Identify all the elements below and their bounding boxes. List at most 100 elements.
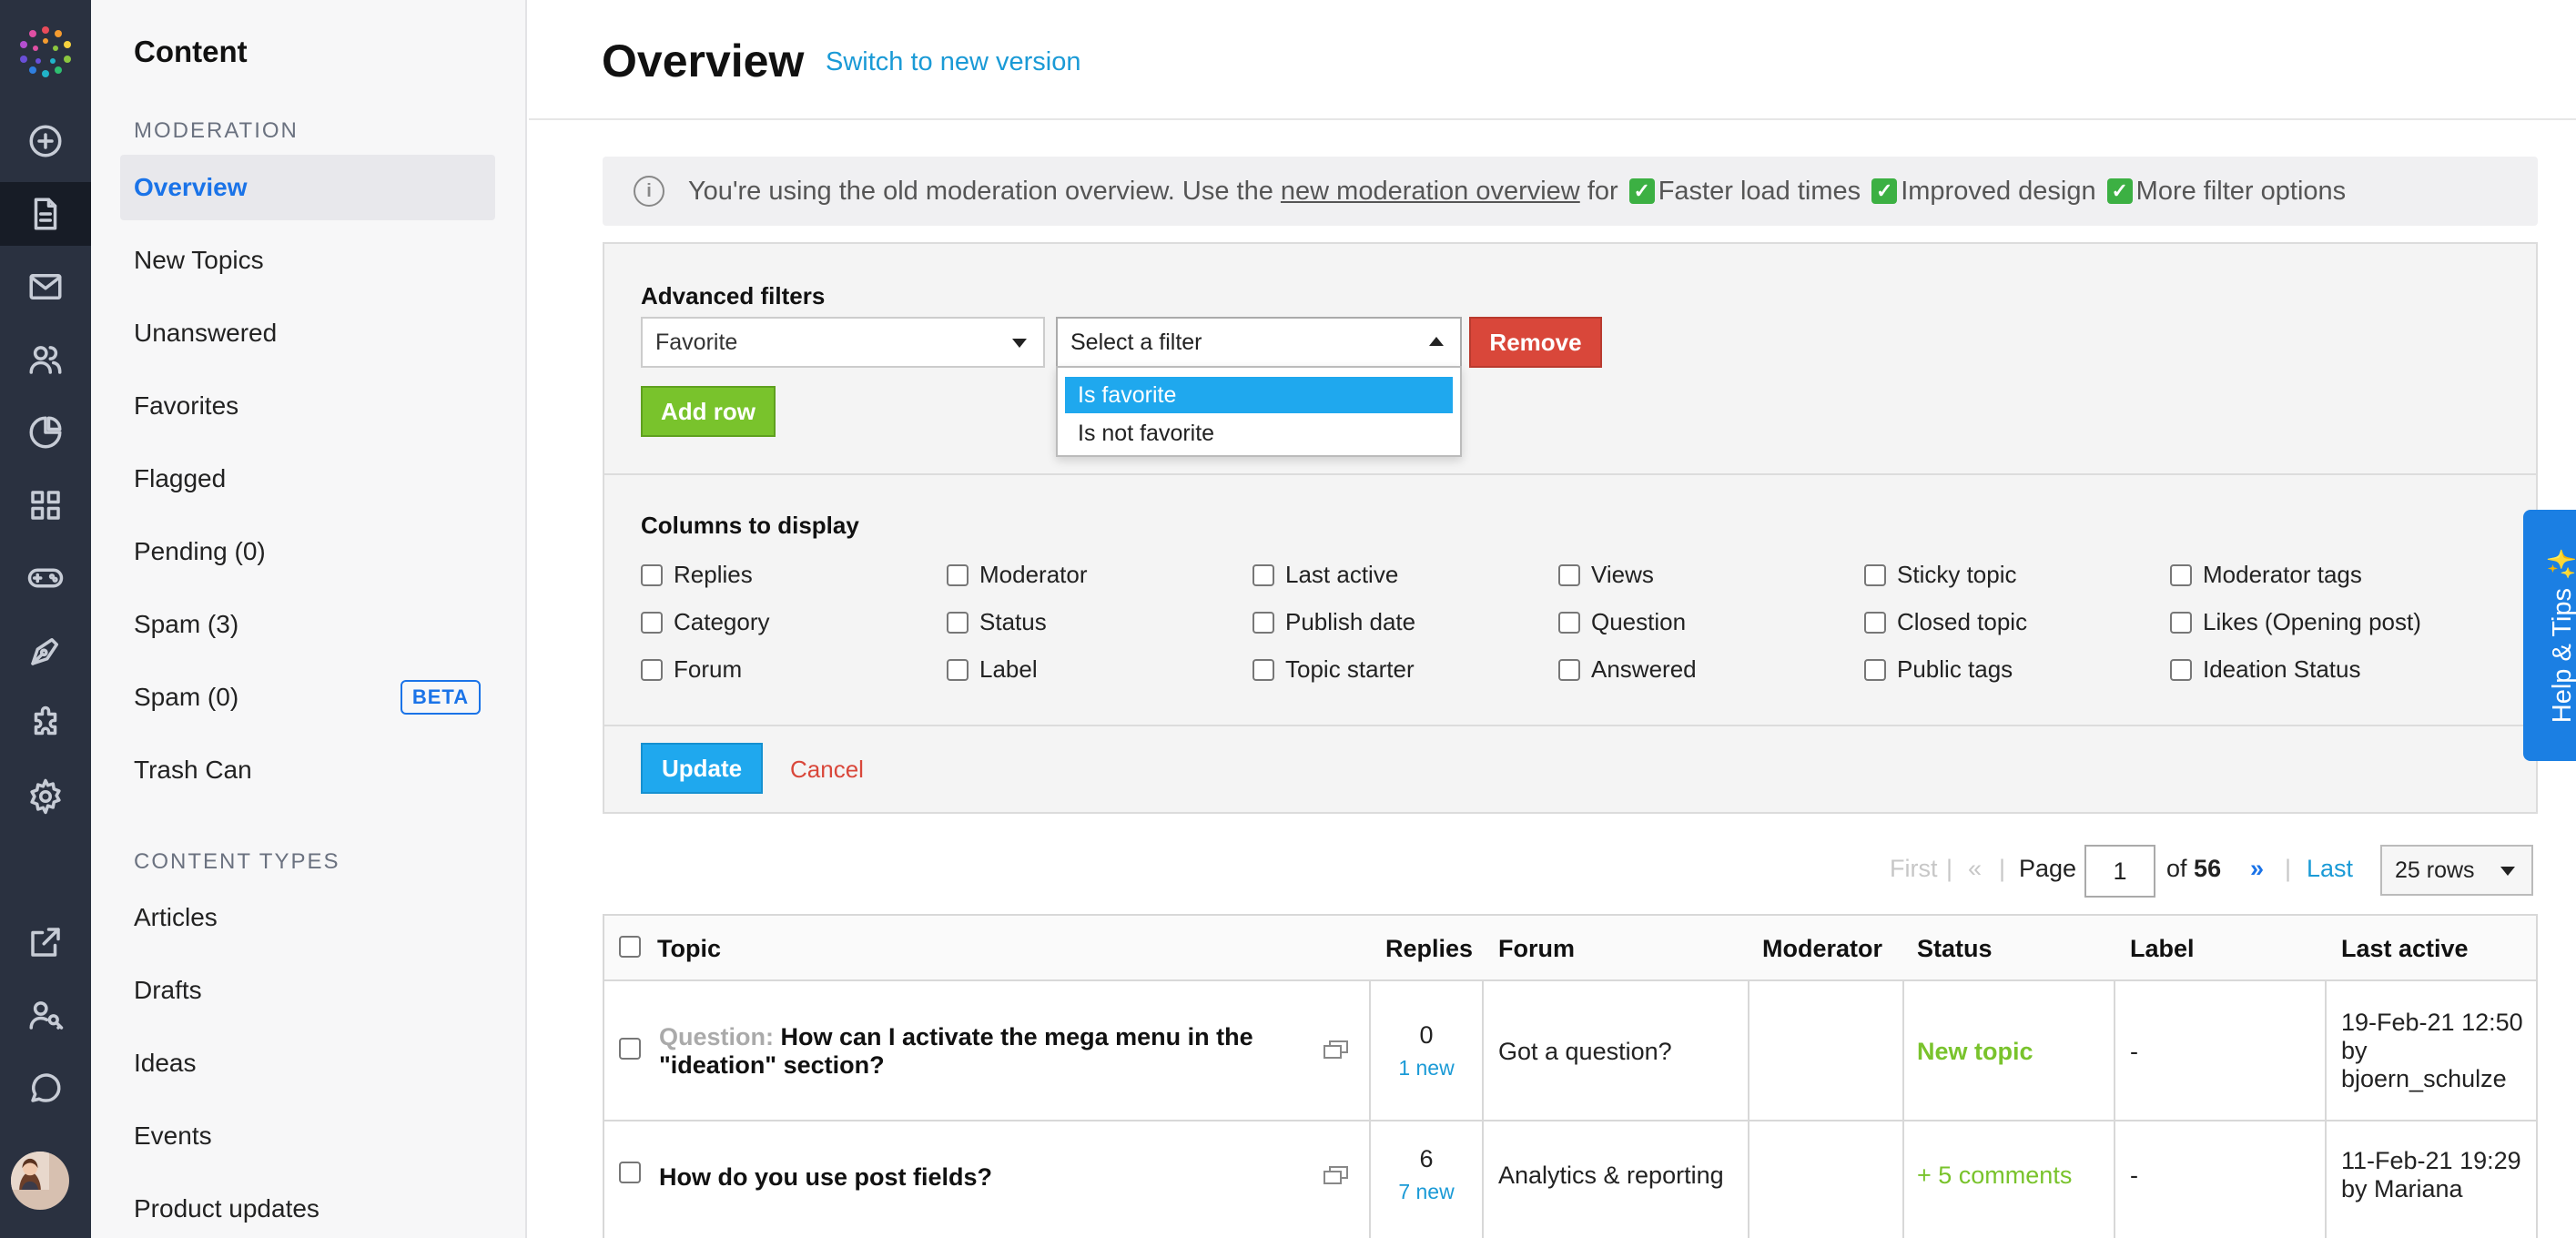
filter-value-select[interactable]: Select a filter	[1056, 317, 1462, 368]
table-row[interactable]: Question: How can I activate the mega me…	[604, 981, 2536, 1121]
topic-title[interactable]: Question: How can I activate the mega me…	[659, 1023, 1278, 1080]
column-checkbox[interactable]: Replies	[641, 561, 753, 589]
col-replies[interactable]: Replies	[1385, 916, 1473, 981]
checkbox[interactable]	[2170, 658, 2192, 681]
external-link-icon[interactable]	[0, 910, 91, 974]
checkbox[interactable]	[2170, 563, 2192, 586]
col-label[interactable]: Label	[2130, 916, 2195, 981]
open-window-icon[interactable]	[1323, 1165, 1349, 1185]
column-checkbox[interactable]: Answered	[1558, 655, 1697, 684]
update-button[interactable]: Update	[641, 743, 763, 794]
sidebar-item-favorites[interactable]: Favorites	[120, 373, 495, 439]
gamepad-icon[interactable]	[0, 546, 91, 610]
checkbox[interactable]	[947, 611, 969, 634]
checkbox[interactable]	[1253, 658, 1274, 681]
sidebar-item-drafts[interactable]: Drafts	[120, 958, 495, 1023]
checkbox[interactable]	[641, 611, 663, 634]
sidebar-item-pending[interactable]: Pending (0)	[120, 519, 495, 584]
checkbox[interactable]	[1864, 658, 1886, 681]
logo-icon[interactable]	[0, 20, 91, 84]
column-checkbox[interactable]: Closed topic	[1864, 608, 2027, 636]
column-checkbox[interactable]: Category	[641, 608, 770, 636]
sidebar-item-flagged[interactable]: Flagged	[120, 446, 495, 512]
puzzle-icon[interactable]	[0, 692, 91, 756]
sidebar-item-overview[interactable]: Overview	[120, 155, 495, 220]
column-checkbox[interactable]: Views	[1558, 561, 1654, 589]
mail-icon[interactable]	[0, 255, 91, 319]
column-checkbox[interactable]: Moderator	[947, 561, 1088, 589]
sidebar-item-articles[interactable]: Articles	[120, 885, 495, 950]
column-checkbox[interactable]: Moderator tags	[2170, 561, 2362, 589]
option-is-not-favorite[interactable]: Is not favorite	[1065, 415, 1453, 452]
option-is-favorite[interactable]: Is favorite	[1065, 377, 1453, 413]
column-checkbox[interactable]: Label	[947, 655, 1038, 684]
avatar[interactable]	[11, 1152, 69, 1210]
checkbox[interactable]	[2170, 611, 2192, 634]
column-checkbox[interactable]: Public tags	[1864, 655, 2013, 684]
pager-last[interactable]: Last	[2307, 841, 2353, 896]
column-checkbox[interactable]: Likes (Opening post)	[2170, 608, 2421, 636]
sidebar-item-events[interactable]: Events	[120, 1103, 495, 1169]
page-number-input[interactable]: 1	[2084, 845, 2155, 898]
pen-icon[interactable]	[0, 619, 91, 683]
forum-name[interactable]: Analytics & reporting	[1498, 1162, 1724, 1190]
gear-icon[interactable]	[0, 765, 91, 828]
column-checkbox[interactable]: Topic starter	[1253, 655, 1415, 684]
sidebar-item-spam[interactable]: Spam (3)	[120, 592, 495, 657]
row-checkbox[interactable]	[619, 1162, 641, 1183]
col-topic[interactable]: Topic	[657, 916, 721, 981]
chat-icon[interactable]	[0, 1056, 91, 1120]
users-icon[interactable]	[0, 328, 91, 391]
col-forum[interactable]: Forum	[1498, 916, 1575, 981]
checkbox[interactable]	[947, 563, 969, 586]
row-checkbox[interactable]	[619, 1038, 641, 1060]
sidebar-item-unanswered[interactable]: Unanswered	[120, 300, 495, 366]
new-replies-link[interactable]: 1 new	[1371, 1056, 1482, 1081]
help-tips-tab[interactable]: Help & Tips ✨	[2523, 510, 2576, 761]
column-checkbox[interactable]: Forum	[641, 655, 742, 684]
pager-first[interactable]: First	[1890, 841, 1937, 896]
checkbox[interactable]	[1558, 563, 1580, 586]
select-all-checkbox[interactable]	[619, 936, 641, 958]
switch-version-link[interactable]: Switch to new version	[826, 47, 1080, 77]
cancel-link[interactable]: Cancel	[790, 756, 864, 784]
column-checkbox[interactable]: Status	[947, 608, 1047, 636]
new-replies-link[interactable]: 7 new	[1371, 1180, 1482, 1204]
sidebar-item-trash-can[interactable]: Trash Can	[120, 737, 495, 803]
forum-name[interactable]: Got a question?	[1498, 1038, 1672, 1066]
checkbox[interactable]	[1558, 611, 1580, 634]
column-checkbox[interactable]: Publish date	[1253, 608, 1415, 636]
checkbox[interactable]	[1864, 563, 1886, 586]
pager-next[interactable]: »	[2250, 841, 2264, 896]
user-key-icon[interactable]	[0, 983, 91, 1047]
filter-field-select[interactable]: Favorite	[641, 317, 1045, 368]
checkbox[interactable]	[1864, 611, 1886, 634]
sidebar-item-ideas[interactable]: Ideas	[120, 1030, 495, 1096]
status-badge[interactable]: + 5 comments	[1917, 1162, 2072, 1190]
checkbox[interactable]	[1253, 611, 1274, 634]
checkbox[interactable]	[641, 563, 663, 586]
grid-icon[interactable]	[0, 473, 91, 537]
remove-button[interactable]: Remove	[1469, 317, 1602, 368]
sidebar-item-product-updates[interactable]: Product updates	[120, 1176, 495, 1238]
column-checkbox[interactable]: Last active	[1253, 561, 1398, 589]
col-last-active[interactable]: Last active	[2341, 916, 2469, 981]
col-status[interactable]: Status	[1917, 916, 1993, 981]
checkbox[interactable]	[947, 658, 969, 681]
checkbox[interactable]	[641, 658, 663, 681]
col-moderator[interactable]: Moderator	[1762, 916, 1882, 981]
pager-prev[interactable]: «	[1968, 841, 1982, 896]
column-checkbox[interactable]: Ideation Status	[2170, 655, 2360, 684]
checkbox[interactable]	[1558, 658, 1580, 681]
topic-title[interactable]: How do you use post fields?	[659, 1163, 1278, 1192]
plus-circle-icon[interactable]	[0, 109, 91, 173]
table-row[interactable]: How do you use post fields? 6 7 new Anal…	[604, 1123, 2536, 1238]
pie-chart-icon[interactable]	[0, 401, 91, 464]
sidebar-item-new-topics[interactable]: New Topics	[120, 228, 495, 293]
add-row-button[interactable]: Add row	[641, 386, 776, 437]
checkbox[interactable]	[1253, 563, 1274, 586]
document-icon[interactable]	[0, 182, 91, 246]
column-checkbox[interactable]: Question	[1558, 608, 1686, 636]
open-window-icon[interactable]	[1323, 1040, 1349, 1060]
rows-per-page-select[interactable]: 25 rows	[2380, 845, 2533, 896]
